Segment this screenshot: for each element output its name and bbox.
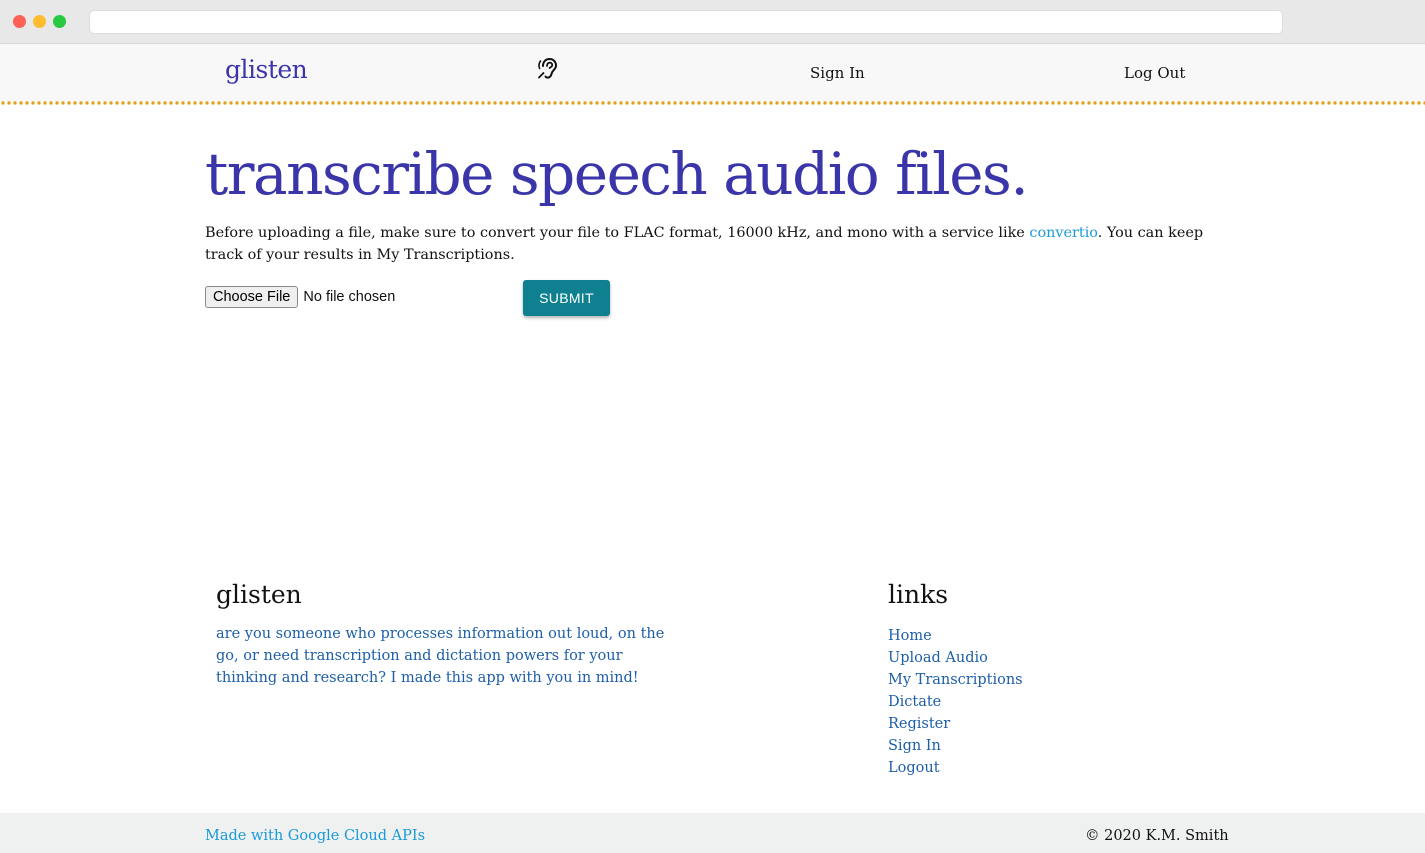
copyright-text: © 2020 K.M. Smith xyxy=(1085,828,1229,844)
browser-chrome xyxy=(0,0,1425,44)
list-item: Sign In xyxy=(888,734,1023,756)
ear-icon xyxy=(538,57,558,79)
nav-log-out-link[interactable]: Log Out xyxy=(1124,64,1185,82)
footer-link-home[interactable]: Home xyxy=(888,628,932,644)
footer-description: are you someone who processes informatio… xyxy=(216,626,665,686)
footer-links-list: Home Upload Audio My Transcriptions Dict… xyxy=(888,624,1023,778)
convertio-link[interactable]: convertio xyxy=(1029,225,1097,241)
footer-links-title: links xyxy=(888,580,949,609)
footer-link-logout[interactable]: Logout xyxy=(888,760,940,776)
footer-brand-title: glisten xyxy=(216,580,302,609)
list-item: Logout xyxy=(888,756,1023,778)
upload-instructions: Before uploading a file, make sure to co… xyxy=(205,222,1215,266)
nav-sign-in-link[interactable]: Sign In xyxy=(810,64,865,82)
top-navbar xyxy=(0,44,1425,102)
footer-link-register[interactable]: Register xyxy=(888,716,950,732)
file-input[interactable]: Choose File No file chosen xyxy=(205,286,395,308)
maximize-window-button[interactable] xyxy=(53,15,66,28)
close-window-button[interactable] xyxy=(13,15,26,28)
list-item: My Transcriptions xyxy=(888,668,1023,690)
file-status-text: No file chosen xyxy=(303,289,396,305)
list-item: Home xyxy=(888,624,1023,646)
brand-logo-link[interactable]: glisten xyxy=(225,55,308,84)
page-title: transcribe speech audio files. xyxy=(205,140,1029,208)
submit-button[interactable]: SUBMIT xyxy=(523,280,610,316)
minimize-window-button[interactable] xyxy=(33,15,46,28)
address-bar[interactable] xyxy=(89,10,1283,34)
instructions-text-start: Before uploading a file, make sure to co… xyxy=(205,225,1030,241)
list-item: Upload Audio xyxy=(888,646,1023,668)
footer-link-upload-audio[interactable]: Upload Audio xyxy=(888,650,988,666)
made-with-link[interactable]: Made with Google Cloud APIs xyxy=(205,828,425,844)
footer-link-sign-in[interactable]: Sign In xyxy=(888,738,941,754)
footer-link-my-transcriptions[interactable]: My Transcriptions xyxy=(888,672,1023,688)
list-item: Register xyxy=(888,712,1023,734)
navbar-dotted-border xyxy=(0,100,1425,106)
choose-file-button[interactable]: Choose File xyxy=(205,286,299,308)
footer-link-dictate[interactable]: Dictate xyxy=(888,694,941,710)
list-item: Dictate xyxy=(888,690,1023,712)
